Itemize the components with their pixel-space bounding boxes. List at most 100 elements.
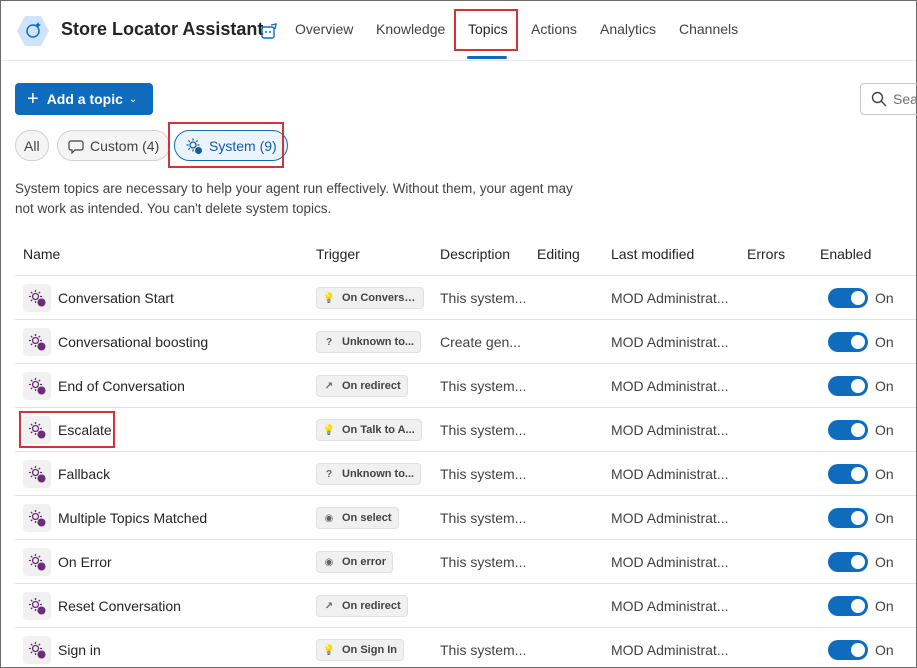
question-icon: ? [325, 336, 333, 348]
column-description[interactable]: Description [440, 246, 510, 262]
column-last-modified[interactable]: Last modified [611, 246, 694, 262]
column-editing[interactable]: Editing [537, 246, 580, 262]
filter-all[interactable]: All [15, 130, 49, 161]
trigger-label: On redirect [342, 380, 401, 392]
table-row[interactable]: Multiple Topics Matched ◉ On select This sy… [15, 496, 916, 540]
system-gear-icon [186, 138, 202, 154]
table-row[interactable]: Fallback? Unknown to... This system... MOD … [15, 452, 916, 496]
table-row[interactable]: Escalate 💡 On Talk to A... This system... MO… [15, 408, 916, 452]
filter-system[interactable]: System (9) [174, 130, 288, 161]
lightbulb-icon: 💡 [322, 644, 336, 656]
table-row[interactable]: End of Conversation ↗ On redirect This syst… [15, 364, 916, 408]
enabled-toggle[interactable] [828, 640, 868, 660]
trigger-badge: ↗ On redirect [316, 375, 408, 397]
enabled-label: On [875, 554, 894, 570]
tab-channels[interactable]: Channels [679, 21, 738, 37]
agent-title: Store Locator Assistant [61, 19, 264, 39]
trigger-badge: 💡 On Talk to A... [316, 419, 422, 441]
topic-name-link[interactable]: Multiple Topics Matched [58, 510, 207, 526]
last-modified-by: MOD Administrat... [611, 290, 729, 306]
tab-overview[interactable]: Overview [295, 21, 353, 37]
agent-logo-icon [17, 16, 49, 46]
trigger-label: Unknown to... [342, 468, 415, 480]
system-topic-icon [23, 460, 51, 488]
enabled-toggle[interactable] [828, 288, 868, 308]
topic-name-link[interactable]: Reset Conversation [58, 598, 181, 614]
enabled-toggle[interactable] [828, 376, 868, 396]
topics-table: Name Trigger Description Editing Last mo… [15, 232, 916, 668]
table-row[interactable]: On Error ◉ On error This system... MOD Admin… [15, 540, 916, 584]
topic-name-link[interactable]: End of Conversation [58, 378, 185, 394]
trigger-badge: ◉ On select [316, 507, 399, 529]
filter-custom[interactable]: Custom (4) [57, 130, 171, 161]
table-row[interactable]: Conversational boosting? Unknown to... Cre… [15, 320, 916, 364]
trigger-badge: ◉ On error [316, 551, 394, 573]
enabled-toggle[interactable] [828, 420, 868, 440]
topic-name-link[interactable]: On Error [58, 554, 112, 570]
topic-description: This system... [440, 378, 527, 394]
enabled-label: On [875, 334, 894, 350]
enabled-toggle[interactable] [828, 596, 868, 616]
enabled-label: On [875, 466, 894, 482]
table-header: Name Trigger Description Editing Last mo… [15, 232, 916, 276]
enabled-label: On [875, 510, 894, 526]
table-row[interactable]: Sign in 💡 On Sign In This system... MOD Admi… [15, 628, 916, 668]
enabled-label: On [875, 378, 894, 394]
trigger-badge: ? Unknown to... [316, 463, 422, 485]
trigger-label: On Conversa... [342, 292, 417, 304]
system-topics-info: System topics are necessary to help your… [15, 181, 573, 216]
trigger-label: On error [342, 556, 387, 568]
system-topic-icon [23, 504, 51, 532]
add-topic-button[interactable]: + Add a topic ⌄ [15, 83, 153, 115]
select-icon: ◉ [324, 512, 334, 524]
filter-all-label: All [24, 137, 40, 154]
tab-knowledge[interactable]: Knowledge [376, 21, 445, 37]
system-topic-icon [23, 328, 51, 356]
trigger-badge: ↗ On redirect [316, 595, 408, 617]
topic-name-link[interactable]: Conversational boosting [58, 334, 208, 350]
topic-name-link[interactable]: Sign in [58, 642, 101, 658]
tab-actions[interactable]: Actions [531, 21, 577, 37]
top-bar: Store Locator Assistant Overview Knowled… [1, 1, 916, 61]
redirect-icon: ↗ [324, 380, 334, 392]
tab-topics[interactable]: Topics [468, 21, 508, 37]
topic-name-link[interactable]: Conversation Start [58, 290, 174, 306]
search-input[interactable]: Sea [860, 83, 917, 115]
table-row[interactable]: Reset Conversation ↗ On redirect MOD Admini… [15, 584, 916, 628]
filter-system-label: System (9) [209, 137, 277, 154]
enabled-toggle[interactable] [828, 508, 868, 528]
column-enabled[interactable]: Enabled [820, 246, 871, 262]
topic-name-link[interactable]: Fallback [58, 466, 110, 482]
last-modified-by: MOD Administrat... [611, 334, 729, 350]
enabled-label: On [875, 598, 894, 614]
filter-custom-label: Custom (4) [90, 137, 160, 154]
enabled-toggle[interactable] [828, 552, 868, 572]
enabled-label: On [875, 422, 894, 438]
trigger-badge: 💡 On Conversa... [316, 287, 424, 309]
active-tab-indicator [467, 56, 507, 59]
search-placeholder: Sea [893, 91, 917, 107]
trigger-label: On Talk to A... [342, 424, 415, 436]
column-name[interactable]: Name [23, 246, 60, 262]
topic-description: This system... [440, 290, 527, 306]
enabled-toggle[interactable] [828, 464, 868, 484]
chat-bubble-icon [68, 139, 84, 154]
edit-agent-icon[interactable] [259, 21, 279, 41]
table-row[interactable]: Conversation Start 💡 On Conversa... This sy… [15, 276, 916, 320]
tab-analytics[interactable]: Analytics [600, 21, 656, 37]
system-topic-icon [23, 284, 51, 312]
system-topic-icon [23, 372, 51, 400]
last-modified-by: MOD Administrat... [611, 378, 729, 394]
system-topic-icon [23, 548, 51, 576]
system-topic-icon [23, 592, 51, 620]
column-errors[interactable]: Errors [747, 246, 785, 262]
topic-description: This system... [440, 422, 527, 438]
topic-name-link[interactable]: Escalate [58, 422, 112, 438]
system-topic-icon [23, 636, 51, 664]
chevron-down-icon: ⌄ [128, 93, 138, 105]
enabled-label: On [875, 290, 894, 306]
last-modified-by: MOD Administrat... [611, 466, 729, 482]
topic-description: This system... [440, 554, 527, 570]
column-trigger[interactable]: Trigger [316, 246, 360, 262]
enabled-toggle[interactable] [828, 332, 868, 352]
